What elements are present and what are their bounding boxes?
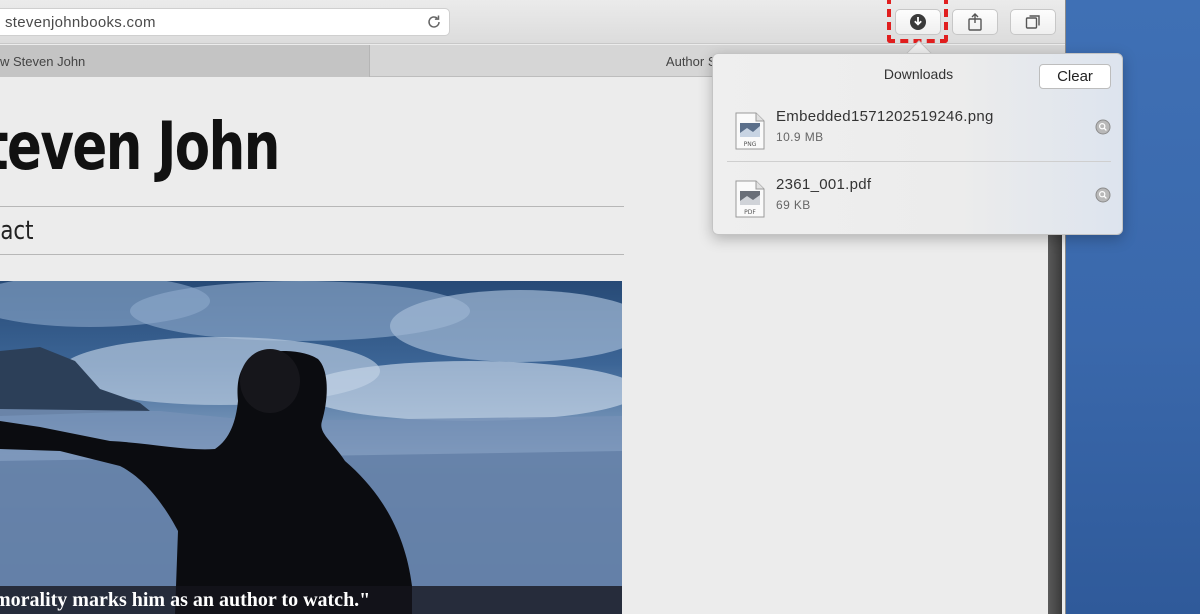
tab-steven-john[interactable]: w Steven John (0, 45, 370, 77)
svg-text:PDF: PDF (744, 209, 756, 216)
share-icon (968, 13, 982, 31)
show-tabs-button[interactable] (1010, 9, 1056, 35)
divider (0, 206, 624, 207)
divider (0, 254, 624, 255)
download-item[interactable]: PDF 2361_001.pdf 69 KB (727, 174, 1111, 234)
address-bar[interactable]: stevenjohnbooks.com (0, 8, 450, 36)
clear-downloads-button[interactable]: Clear (1039, 64, 1111, 89)
png-file-icon: PNG (735, 112, 765, 150)
downloads-button-highlight (887, 0, 948, 43)
share-button[interactable] (952, 9, 998, 35)
hero-photo (0, 281, 622, 614)
site-title: teven John (0, 108, 280, 185)
hero-caption: morality marks him as an author to watch… (0, 586, 622, 614)
tab-label: w Steven John (0, 53, 86, 69)
svg-text:PNG: PNG (744, 141, 757, 148)
address-text: stevenjohnbooks.com (5, 13, 156, 31)
nav-link-contact[interactable]: tact (0, 216, 34, 246)
file-size: 69 KB (776, 198, 811, 212)
file-name: 2361_001.pdf (776, 176, 872, 193)
pdf-file-icon: PDF (735, 180, 765, 218)
downloads-popover: Downloads Clear PNG Embedded157120251924… (712, 53, 1123, 235)
download-item[interactable]: PNG Embedded1571202519246.png 10.9 MB (727, 106, 1111, 166)
divider (727, 161, 1111, 162)
file-size: 10.9 MB (776, 130, 824, 144)
tabs-overview-icon (1025, 15, 1040, 29)
file-name: Embedded1571202519246.png (776, 108, 994, 125)
hero-image: morality marks him as an author to watch… (0, 281, 622, 614)
magnifier-reveal-icon[interactable] (1095, 187, 1111, 203)
magnifier-reveal-icon[interactable] (1095, 119, 1111, 135)
reload-icon[interactable] (425, 13, 443, 31)
window-edge (1048, 235, 1062, 614)
